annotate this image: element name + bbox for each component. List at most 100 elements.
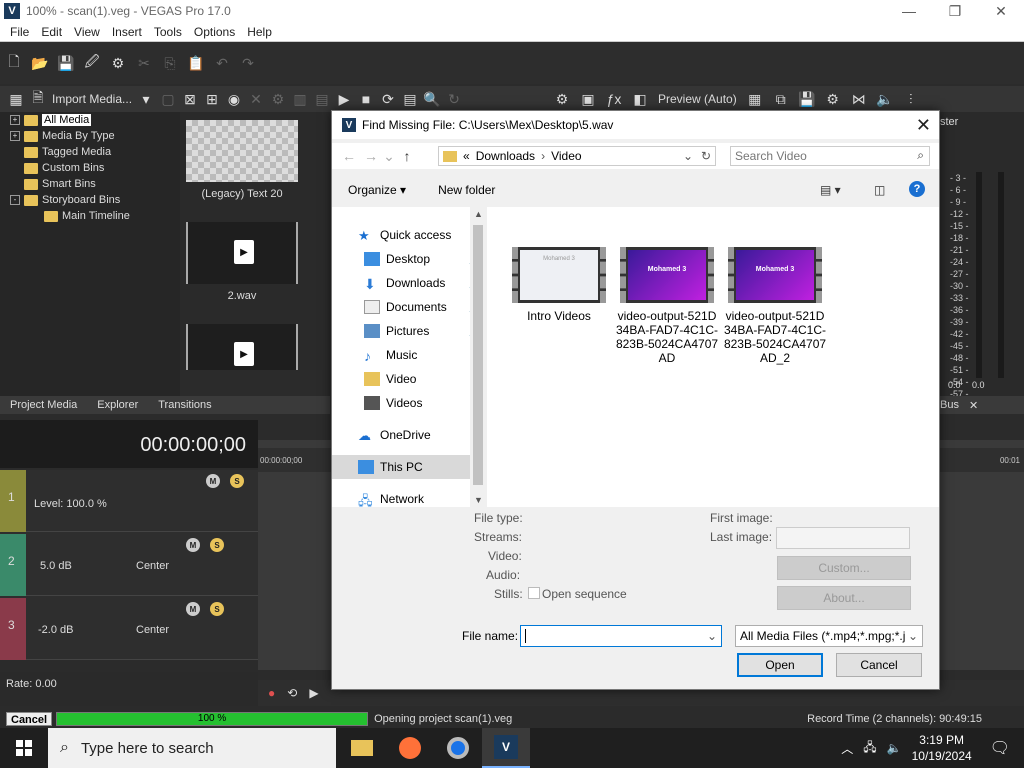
grid-overlay-icon[interactable]: ▦ xyxy=(747,91,763,107)
web-media-icon[interactable]: ◉ xyxy=(226,91,242,107)
nav-pictures[interactable]: Pictures 📌 xyxy=(332,319,485,343)
preview-pane-icon[interactable]: ◫ xyxy=(874,183,885,197)
play-icon[interactable]: ▶ xyxy=(309,686,318,700)
nav-video-folder[interactable]: Video xyxy=(332,367,485,391)
solo-icon[interactable]: S xyxy=(210,538,224,552)
nav-quick-access[interactable]: ★ Quick access xyxy=(332,223,485,247)
play-icon[interactable]: ▶ xyxy=(336,91,352,107)
solo-icon[interactable]: S xyxy=(210,602,224,616)
menu-help[interactable]: Help xyxy=(241,25,278,39)
cancel-button[interactable]: Cancel xyxy=(836,653,922,677)
help-icon[interactable]: ? xyxy=(909,181,925,197)
address-bar[interactable]: « Downloads › Video ⌄ ↻ xyxy=(438,146,716,166)
tree-item-media-by-type[interactable]: + Media By Type xyxy=(0,128,180,144)
get-media-icon[interactable]: ⊞ xyxy=(204,91,220,107)
menu-options[interactable]: Options xyxy=(188,25,241,39)
loop-icon[interactable]: ⟲ xyxy=(287,686,297,700)
open-sequence-checkbox[interactable] xyxy=(528,587,540,599)
nav-videos[interactable]: Videos xyxy=(332,391,485,415)
file-item-video-output-2[interactable]: Mohamed 3 video-output-521D34BA-FAD7-4C1… xyxy=(723,247,827,365)
track-header-2[interactable]: 2 M S 5.0 dB Center xyxy=(0,534,258,596)
view-options-icon[interactable]: ▤ ▾ xyxy=(820,183,841,197)
minimize-button[interactable]: — xyxy=(886,0,932,22)
expand-icon[interactable]: + xyxy=(10,131,20,141)
views-icon[interactable]: ▤ xyxy=(402,91,418,107)
properties-icon[interactable]: ⚙ xyxy=(270,91,286,107)
clock[interactable]: 3:19 PM 10/19/2024 xyxy=(912,732,972,764)
search-video-field[interactable]: Search Video ⌕ xyxy=(730,146,930,166)
track-header-1[interactable]: 1 M S Level: 100.0 % xyxy=(0,470,258,532)
breadcrumb-video[interactable]: Video xyxy=(551,149,581,163)
cancel-operation-button[interactable]: Cancel xyxy=(6,712,53,726)
nav-music[interactable]: ♪ Music xyxy=(332,343,485,367)
vegas-taskbar-icon[interactable]: V xyxy=(482,728,530,768)
menu-edit[interactable]: Edit xyxy=(35,25,68,39)
auto-preview-icon[interactable]: ⟳ xyxy=(380,91,396,107)
tree-item-tagged-media[interactable]: Tagged Media xyxy=(0,144,180,160)
tree-item-all-media[interactable]: + All Media xyxy=(0,112,180,128)
copy-snapshot-icon[interactable]: ⧉ xyxy=(773,91,789,107)
capture-icon[interactable]: ▢ xyxy=(160,91,176,107)
recent-dropdown-icon[interactable]: ⌄ xyxy=(382,148,396,165)
paste-icon[interactable]: 📋 xyxy=(187,55,204,71)
tree-item-custom-bins[interactable]: Custom Bins xyxy=(0,160,180,176)
forward-arrow-icon[interactable]: → xyxy=(360,148,382,164)
view-icon[interactable]: ▤ xyxy=(314,91,330,107)
media-thumb-audio-2[interactable]: ▶ xyxy=(186,324,298,370)
open-folder-icon[interactable]: 📂 xyxy=(31,55,48,71)
media-tools-icon[interactable]: ▦ xyxy=(8,91,24,107)
file-item-video-output-1[interactable]: Mohamed 3 video-output-521D34BA-FAD7-4C1… xyxy=(615,247,719,365)
about-button[interactable]: About... xyxy=(777,586,911,610)
delete-icon[interactable]: ✕ xyxy=(248,91,264,107)
file-explorer-icon[interactable] xyxy=(338,728,386,768)
import-media-button[interactable]: Import Media... xyxy=(52,92,132,106)
cut-icon[interactable]: ✂ xyxy=(136,55,152,71)
nav-network[interactable]: 🖧 Network xyxy=(332,487,485,511)
search-icon[interactable]: 🔍 xyxy=(423,91,440,107)
menu-insert[interactable]: Insert xyxy=(106,25,148,39)
copy-icon[interactable]: ⎘ xyxy=(162,55,178,71)
chrome-icon[interactable] xyxy=(434,728,482,768)
notifications-icon[interactable]: 🗨 xyxy=(990,738,1010,758)
file-item-intro-videos[interactable]: Mohamed 3 Intro Videos xyxy=(507,247,611,323)
video-output-icon[interactable]: ▣ xyxy=(580,91,596,107)
organize-button[interactable]: Organize ▾ xyxy=(332,183,422,197)
last-image-field[interactable] xyxy=(776,527,910,549)
scroll-up-icon[interactable]: ▲ xyxy=(474,209,483,219)
save-as-icon[interactable]: 🖉 xyxy=(84,53,100,71)
taskbar-search[interactable]: ⌕ Type here to search xyxy=(48,728,336,768)
start-button[interactable] xyxy=(0,728,48,768)
collapse-icon[interactable]: - xyxy=(10,195,20,205)
menu-file[interactable]: File xyxy=(4,25,35,39)
bus-tab[interactable]: Bus ✕ xyxy=(940,396,1024,414)
chevron-down-icon[interactable]: ⌄ xyxy=(907,629,918,643)
media-thumb-text[interactable] xyxy=(186,120,298,182)
preview-settings-icon[interactable]: ⚙ xyxy=(554,91,570,107)
tab-transitions[interactable]: Transitions xyxy=(148,399,221,411)
chevron-right-icon[interactable]: › xyxy=(541,149,545,163)
redo-icon[interactable]: ↷ xyxy=(240,55,256,71)
dropdown-arrow-icon[interactable]: ▾ xyxy=(138,91,154,107)
close-icon[interactable]: ✕ xyxy=(969,399,978,412)
scroll-down-icon[interactable]: ▼ xyxy=(474,495,483,505)
track-header-3[interactable]: 3 M S -2.0 dB Center xyxy=(0,598,258,660)
effects-icon[interactable]: ▥ xyxy=(292,91,308,107)
nav-scrollbar[interactable]: ▲ ▼ xyxy=(470,207,486,507)
nav-desktop[interactable]: Desktop 📌 xyxy=(332,247,485,271)
nav-this-pc[interactable]: This PC xyxy=(332,455,485,479)
scrollbar-thumb[interactable] xyxy=(473,225,483,485)
refresh-icon[interactable]: ↻ xyxy=(446,91,462,107)
menu-view[interactable]: View xyxy=(68,25,106,39)
custom-button[interactable]: Custom... xyxy=(777,556,911,580)
nav-documents[interactable]: Documents 📌 xyxy=(332,295,485,319)
mute-icon[interactable]: M xyxy=(186,602,200,616)
chevron-down-icon[interactable]: ⌄ xyxy=(683,149,693,163)
undo-icon[interactable]: ↶ xyxy=(214,55,230,71)
menu-tools[interactable]: Tools xyxy=(148,25,188,39)
nav-onedrive[interactable]: ☁ OneDrive xyxy=(332,423,485,447)
breadcrumb-prefix[interactable]: « xyxy=(463,149,470,163)
tab-project-media[interactable]: Project Media xyxy=(0,399,87,411)
new-folder-button[interactable]: New folder xyxy=(422,183,511,197)
mixer-icon[interactable]: ⫶ xyxy=(903,91,919,107)
open-button[interactable]: Open xyxy=(737,653,823,677)
